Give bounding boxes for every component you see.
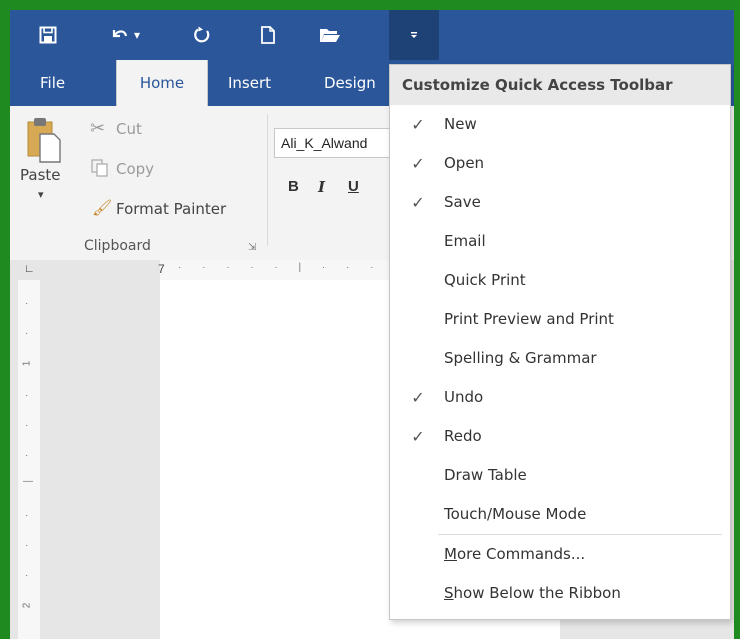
- ruler-tick: ·: [25, 298, 29, 309]
- ruler-number: 2: [21, 602, 33, 609]
- paste-label: Paste: [20, 166, 61, 184]
- copy-label: Copy: [116, 160, 155, 178]
- paintbrush-icon: 🖌: [92, 200, 113, 217]
- menu-item-undo[interactable]: ✓ Undo: [390, 378, 730, 417]
- ruler-number: 7: [158, 262, 165, 276]
- redo-icon: [194, 26, 210, 43]
- menu-item-label: how Below the Ribbon: [453, 584, 621, 602]
- ruler-tick: ·: [25, 540, 29, 551]
- paste-dropdown-caret[interactable]: ▾: [38, 188, 44, 201]
- menu-item-label: New: [444, 115, 477, 133]
- menu-item-label: Redo: [444, 427, 482, 445]
- ribbon-divider: [267, 114, 268, 246]
- dialog-launcher-icon[interactable]: ⇲: [248, 242, 256, 253]
- format-painter-button[interactable]: 🖌 Format Painter: [90, 198, 260, 224]
- menu-item-label: Undo: [444, 388, 484, 406]
- ruler-tick: —: [23, 476, 33, 487]
- copy-button[interactable]: Copy: [90, 158, 210, 184]
- menu-accelerator: M: [444, 545, 457, 563]
- tab-selector-icon[interactable]: ∟: [24, 263, 35, 275]
- menu-item-new[interactable]: ✓ New: [390, 105, 730, 144]
- menu-item-touch-mouse-mode[interactable]: Touch/Mouse Mode: [390, 495, 730, 534]
- italic-button[interactable]: I: [318, 178, 325, 196]
- menu-title: Customize Quick Access Toolbar: [390, 65, 730, 105]
- ruler-tick: ·: [25, 570, 29, 581]
- folder-open-icon: [320, 29, 340, 42]
- menu-item-spelling-grammar[interactable]: Spelling & Grammar: [390, 339, 730, 378]
- ruler-number: 1: [21, 360, 33, 367]
- menu-item-open[interactable]: ✓ Open: [390, 144, 730, 183]
- undo-icon: [112, 30, 128, 38]
- format-painter-label: Format Painter: [116, 200, 227, 218]
- checkmark-icon: ✓: [411, 193, 425, 212]
- ruler-tick: ·: [25, 328, 29, 339]
- new-document-icon: [261, 26, 275, 44]
- underline-button[interactable]: U: [348, 178, 359, 195]
- tab-design[interactable]: Design: [324, 60, 390, 106]
- tab-home[interactable]: Home: [116, 60, 208, 106]
- undo-button[interactable]: ▾: [98, 10, 152, 60]
- tab-file[interactable]: File: [40, 60, 65, 106]
- menu-item-label: Print Preview and Print: [444, 310, 614, 328]
- paste-button[interactable]: Paste ▾: [20, 110, 70, 214]
- redo-button[interactable]: [182, 10, 222, 60]
- clipboard-group-label: Clipboard: [84, 238, 151, 254]
- menu-accelerator: S: [444, 584, 454, 602]
- menu-item-label: Draw Table: [444, 466, 527, 484]
- vertical-ruler[interactable]: · · 1 · · · — · · · 2: [18, 280, 40, 639]
- bold-button[interactable]: B: [288, 178, 299, 195]
- menu-items: ✓ New ✓ Open ✓ Save Email Quick Print Print Prev…: [390, 105, 730, 534]
- cut-button[interactable]: ✂ Cut: [90, 118, 210, 144]
- word-window: ▾ File Home Insert Design Paste ▾ ✂ Cut …: [10, 10, 734, 639]
- copy-icon: [91, 159, 108, 177]
- menu-item-label: Open: [444, 154, 485, 172]
- menu-item-email[interactable]: Email: [390, 222, 730, 261]
- menu-item-more-commands[interactable]: More Commands...: [390, 535, 730, 574]
- undo-dropdown-caret[interactable]: ▾: [134, 28, 140, 42]
- ruler-tick: ·: [25, 390, 29, 401]
- checkmark-icon: ✓: [411, 388, 425, 407]
- checkmark-icon: ✓: [411, 427, 425, 446]
- menu-item-show-below-ribbon[interactable]: Show Below the Ribbon: [390, 574, 730, 613]
- font-name-combobox[interactable]: Ali_K_Alwand: [274, 128, 404, 158]
- clipboard-icon: [27, 118, 61, 163]
- quick-access-toolbar: ▾: [10, 10, 734, 60]
- menu-item-label: ore Commands...: [456, 545, 586, 563]
- ruler-tick: ·: [25, 510, 29, 521]
- new-document-button[interactable]: [248, 10, 288, 60]
- menu-item-label: Email: [444, 232, 486, 250]
- checkmark-icon: ✓: [411, 115, 425, 134]
- menu-item-draw-table[interactable]: Draw Table: [390, 456, 730, 495]
- menu-item-save[interactable]: ✓ Save: [390, 183, 730, 222]
- scissors-icon: ✂: [90, 118, 106, 138]
- ruler-tick: ·: [25, 450, 29, 461]
- cut-label: Cut: [116, 120, 142, 138]
- tab-insert[interactable]: Insert: [228, 60, 271, 106]
- menu-item-print-preview-and-print[interactable]: Print Preview and Print: [390, 300, 730, 339]
- menu-item-label: Touch/Mouse Mode: [444, 505, 587, 523]
- chevron-down-icon: [411, 32, 417, 38]
- menu-item-redo[interactable]: ✓ Redo: [390, 417, 730, 456]
- open-button[interactable]: [310, 10, 350, 60]
- menu-item-quick-print[interactable]: Quick Print: [390, 261, 730, 300]
- checkmark-icon: ✓: [411, 154, 425, 173]
- menu-item-label: Quick Print: [444, 271, 526, 289]
- customize-qat-menu: Customize Quick Access Toolbar ✓ New ✓ Open…: [389, 64, 731, 620]
- menu-item-label: Save: [444, 193, 481, 211]
- ruler-tick: ·: [25, 420, 29, 431]
- menu-item-label: Spelling & Grammar: [444, 349, 597, 367]
- save-icon: [39, 26, 57, 44]
- save-button[interactable]: [28, 10, 68, 60]
- customize-qat-button[interactable]: [389, 10, 439, 60]
